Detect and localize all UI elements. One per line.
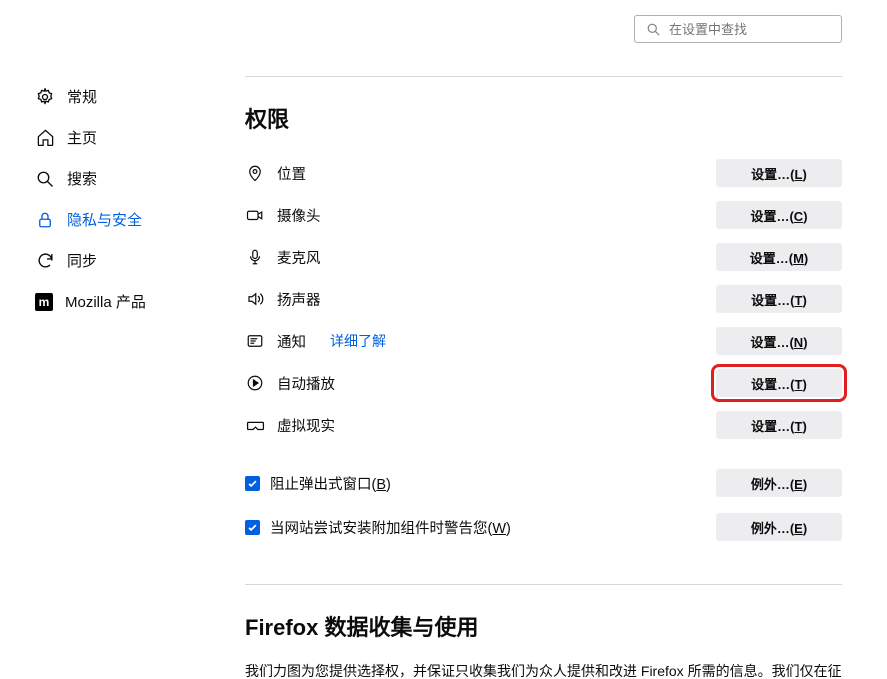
sidebar-item-search[interactable]: 搜索 (35, 158, 200, 199)
search-box[interactable] (634, 15, 842, 43)
permission-label: 虚拟现实 (277, 415, 335, 436)
location-settings-button[interactable]: 设置…(L) (716, 159, 842, 187)
permission-location: 位置 设置…(L) (245, 152, 842, 194)
sidebar-item-general[interactable]: 常规 (35, 76, 200, 117)
permission-notification: 通知 详细了解 设置…(N) (245, 320, 842, 362)
sync-icon (35, 251, 55, 271)
permission-label: 麦克风 (277, 247, 321, 268)
divider (245, 76, 842, 77)
permission-camera: 摄像头 设置…(C) (245, 194, 842, 236)
notification-settings-button[interactable]: 设置…(N) (716, 327, 842, 355)
permission-label: 位置 (277, 163, 306, 184)
mozilla-icon: m (35, 293, 53, 311)
sidebar-item-label: 主页 (67, 127, 97, 148)
data-collection-desc: 我们力图为您提供选择权，并保证只收集我们为众人提供和改进 Firefox 所需的… (245, 660, 842, 679)
checkbox-label: 当网站尝试安装附加组件时警告您(W) (270, 517, 511, 538)
sidebar: 常规 主页 搜索 隐私与安全 (0, 51, 200, 679)
sidebar-item-sync[interactable]: 同步 (35, 240, 200, 281)
autoplay-icon (245, 373, 265, 393)
sidebar-item-privacy[interactable]: 隐私与安全 (35, 199, 200, 240)
sidebar-item-label: 搜索 (67, 168, 97, 189)
addon-warning-checkbox[interactable] (245, 520, 260, 535)
permission-vr: 虚拟现实 设置…(T) (245, 404, 842, 446)
permission-label: 自动播放 (277, 373, 335, 394)
permission-speaker: 扬声器 设置…(T) (245, 278, 842, 320)
block-popups-row: 阻止弹出式窗口(B) 例外…(E) (245, 461, 842, 505)
gear-icon (35, 87, 55, 107)
sidebar-item-label: 隐私与安全 (67, 209, 142, 230)
sidebar-item-mozilla[interactable]: m Mozilla 产品 (35, 281, 200, 322)
lock-icon (35, 210, 55, 230)
sidebar-item-home[interactable]: 主页 (35, 117, 200, 158)
vr-settings-button[interactable]: 设置…(T) (716, 411, 842, 439)
permission-label: 摄像头 (277, 205, 321, 226)
permission-label: 通知 (277, 331, 306, 352)
search-icon (35, 169, 55, 189)
addon-warning-row: 当网站尝试安装附加组件时警告您(W) 例外…(E) (245, 505, 842, 549)
content-area: 权限 位置 设置…(L) 摄像头 设置…( (200, 51, 887, 679)
permissions-title: 权限 (245, 102, 842, 134)
popup-exceptions-button[interactable]: 例外…(E) (716, 469, 842, 497)
speaker-icon (245, 289, 265, 309)
sidebar-item-label: 同步 (67, 250, 97, 271)
permission-autoplay: 自动播放 设置…(T) (245, 362, 842, 404)
block-popups-checkbox[interactable] (245, 476, 260, 491)
location-icon (245, 163, 265, 183)
checkbox-label: 阻止弹出式窗口(B) (270, 473, 391, 494)
camera-settings-button[interactable]: 设置…(C) (716, 201, 842, 229)
learn-more-link[interactable]: 详细了解 (330, 331, 386, 351)
search-input[interactable] (669, 22, 833, 37)
search-icon (643, 19, 663, 39)
vr-icon (245, 415, 265, 435)
permission-label: 扬声器 (277, 289, 321, 310)
speaker-settings-button[interactable]: 设置…(T) (716, 285, 842, 313)
home-icon (35, 128, 55, 148)
notification-icon (245, 331, 265, 351)
sidebar-item-label: Mozilla 产品 (65, 291, 146, 312)
addon-exceptions-button[interactable]: 例外…(E) (716, 513, 842, 541)
divider (245, 584, 842, 585)
microphone-settings-button[interactable]: 设置…(M) (716, 243, 842, 271)
permission-microphone: 麦克风 设置…(M) (245, 236, 842, 278)
autoplay-settings-button[interactable]: 设置…(T) (716, 369, 842, 397)
camera-icon (245, 205, 265, 225)
sidebar-item-label: 常规 (67, 86, 97, 107)
data-collection-title: Firefox 数据收集与使用 (245, 610, 842, 642)
microphone-icon (245, 247, 265, 267)
